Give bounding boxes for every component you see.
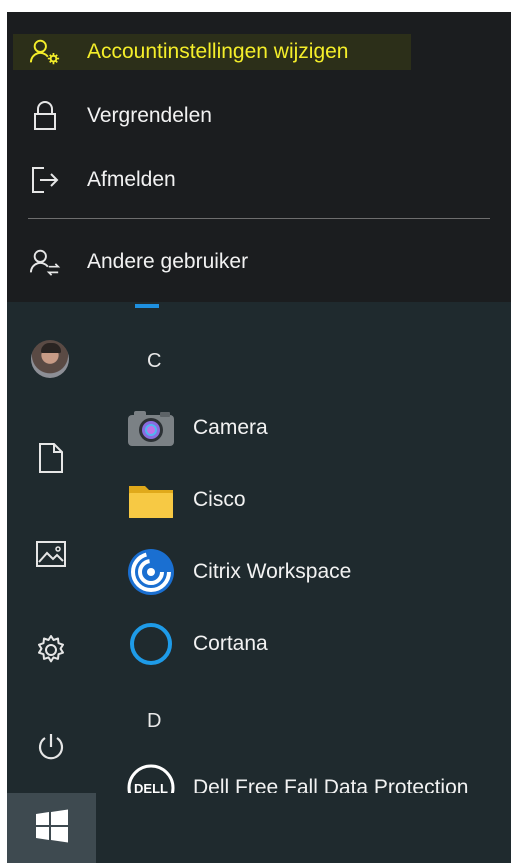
app-label: Cisco xyxy=(193,488,246,511)
account-flyout: Accountinstellingen wijzigen Vergrendele… xyxy=(7,12,511,302)
avatar[interactable] xyxy=(31,340,69,378)
account-settings-icon xyxy=(29,36,61,68)
lock-icon xyxy=(29,100,61,132)
switch-user-icon xyxy=(29,246,61,278)
app-label: Citrix Workspace xyxy=(193,560,352,583)
citrix-icon xyxy=(125,546,177,598)
partial-tile xyxy=(135,304,159,308)
taskbar-area xyxy=(96,793,511,863)
app-camera[interactable]: Camera xyxy=(125,402,505,454)
group-header-d[interactable]: D xyxy=(147,710,161,733)
cortana-icon xyxy=(125,618,177,670)
menu-label: Andere gebruiker xyxy=(87,250,249,273)
menu-label: Accountinstellingen wijzigen xyxy=(87,40,349,63)
change-account-settings[interactable]: Accountinstellingen wijzigen xyxy=(13,34,411,70)
start-menu: C Camera Cisco Citrix Workspace Cortana … xyxy=(7,12,511,863)
divider xyxy=(28,218,490,219)
sign-out-item[interactable]: Afmelden xyxy=(21,162,491,198)
group-header-c[interactable]: C xyxy=(147,350,161,373)
start-button[interactable] xyxy=(7,793,96,863)
menu-label: Vergrendelen xyxy=(87,104,212,127)
camera-icon xyxy=(125,402,177,454)
documents-icon[interactable] xyxy=(27,434,75,482)
sign-out-icon xyxy=(29,164,61,196)
power-icon[interactable] xyxy=(27,723,75,771)
pictures-icon[interactable] xyxy=(27,530,75,578)
app-label: Cortana xyxy=(193,632,268,655)
switch-user-item[interactable]: Andere gebruiker xyxy=(21,244,491,280)
folder-icon xyxy=(125,474,177,526)
app-citrix-workspace[interactable]: Citrix Workspace xyxy=(125,546,505,598)
menu-label: Afmelden xyxy=(87,168,176,191)
app-cortana[interactable]: Cortana xyxy=(125,618,505,670)
app-cisco[interactable]: Cisco xyxy=(125,474,505,526)
app-label: Camera xyxy=(193,416,268,439)
lock-item[interactable]: Vergrendelen xyxy=(21,98,491,134)
settings-icon[interactable] xyxy=(27,626,75,674)
windows-logo-icon xyxy=(35,809,69,848)
